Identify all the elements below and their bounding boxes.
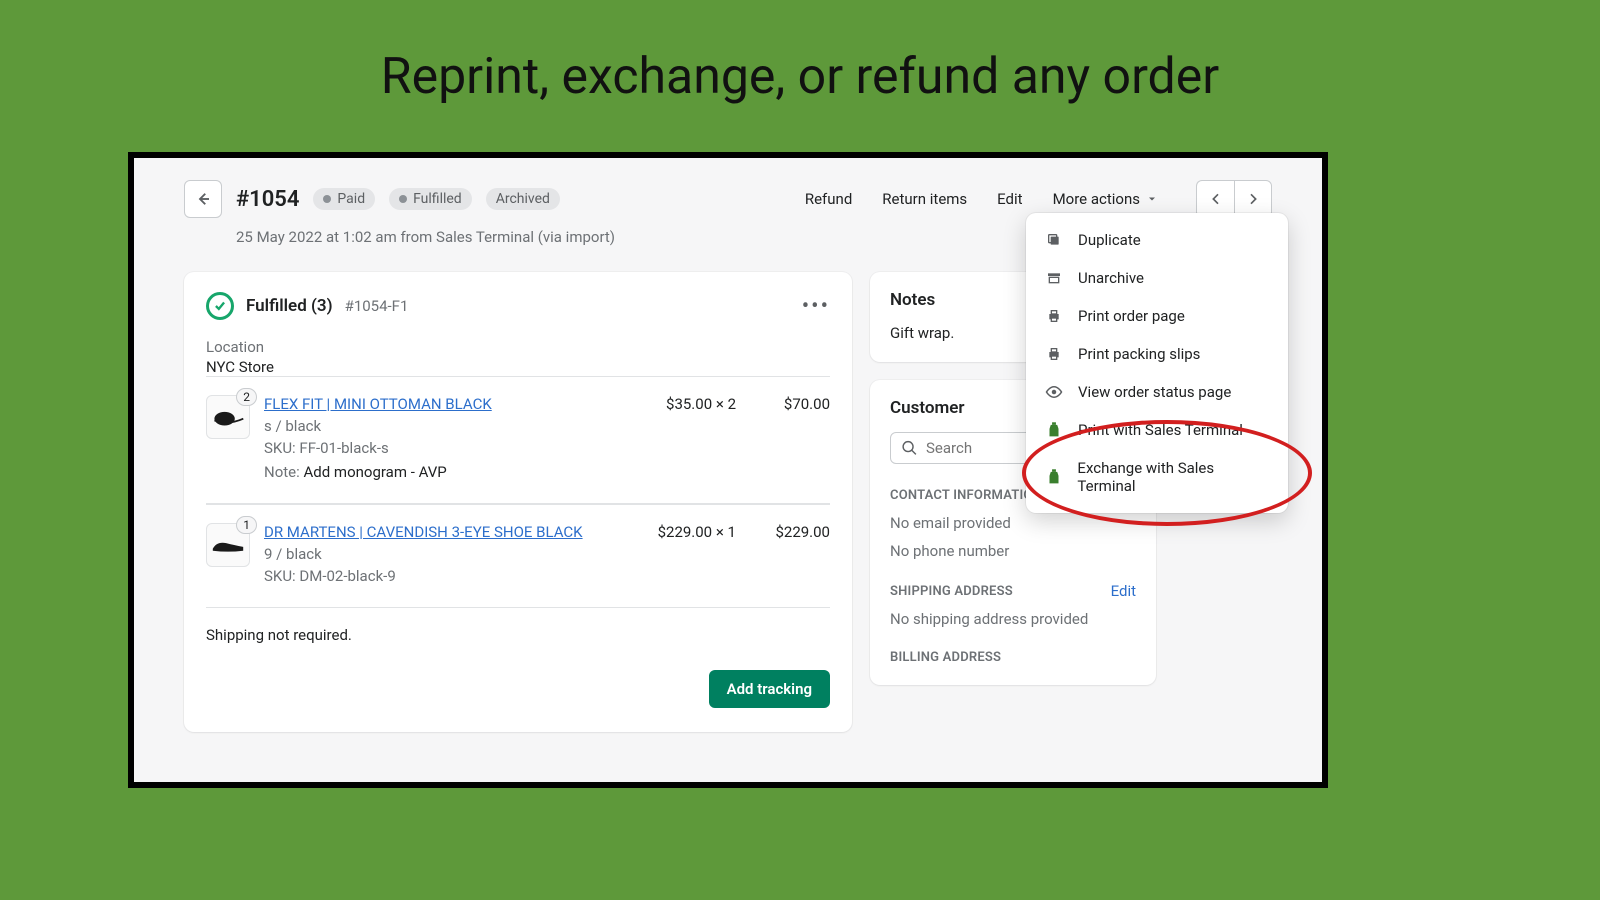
more-actions-button[interactable]: More actions: [1053, 190, 1158, 208]
print-icon: [1046, 308, 1062, 324]
order-number: #1054: [236, 187, 299, 212]
arrow-left-icon: [194, 190, 212, 208]
product-thumbnail: 1: [206, 523, 250, 567]
variant: 9 / black: [264, 545, 612, 563]
product-link[interactable]: FLEX FIT | MINI OTTOMAN BLACK: [264, 395, 612, 413]
app-window: #1054 Paid Fulfilled Archived Refund Ret…: [128, 152, 1328, 788]
fulfillment-card: Fulfilled (3) #1054-F1 ••• Location NYC …: [184, 272, 852, 732]
sku: SKU: FF-01-black-s: [264, 439, 612, 457]
menu-exchange-terminal[interactable]: Exchange with Sales Terminal: [1026, 449, 1288, 505]
line-item: 2 FLEX FIT | MINI OTTOMAN BLACK s / blac…: [206, 376, 830, 499]
edit-button[interactable]: Edit: [997, 190, 1022, 208]
back-button[interactable]: [184, 180, 222, 218]
return-items-button[interactable]: Return items: [882, 190, 967, 208]
line-total: $70.00: [750, 395, 830, 481]
fulfillment-title: Fulfilled (3): [246, 296, 333, 316]
eye-icon: [1045, 383, 1063, 401]
sku: SKU: DM-02-black-9: [264, 567, 612, 585]
edit-shipping-button[interactable]: Edit: [1111, 582, 1136, 600]
location-label: Location: [206, 338, 830, 356]
fulfilled-check-icon: [206, 292, 234, 320]
terminal-icon: [1046, 468, 1062, 486]
card-menu-button[interactable]: •••: [802, 294, 830, 319]
badge-archived: Archived: [486, 188, 560, 210]
billing-address-label: BILLING ADDRESS: [890, 650, 1136, 665]
fulfillment-id: #1054-F1: [345, 297, 409, 315]
line-item: 1 DR MARTENS | CAVENDISH 3-EYE SHOE BLAC…: [206, 504, 830, 603]
qty-badge: 2: [236, 388, 257, 406]
no-shipping: No shipping address provided: [890, 610, 1136, 628]
menu-duplicate[interactable]: Duplicate: [1026, 221, 1288, 259]
shipping-note: Shipping not required.: [206, 626, 830, 644]
menu-view-status[interactable]: View order status page: [1026, 373, 1288, 411]
shoe-icon: [209, 535, 247, 555]
shipping-address-label: SHIPPING ADDRESS: [890, 584, 1013, 599]
search-icon: [901, 439, 918, 457]
caret-down-icon: [1146, 193, 1158, 205]
menu-print-order[interactable]: Print order page: [1026, 297, 1288, 335]
more-actions-menu: Duplicate Unarchive Print order page Pri…: [1026, 213, 1288, 513]
terminal-icon: [1046, 421, 1062, 439]
print-icon: [1046, 346, 1062, 362]
location-value: NYC Store: [206, 358, 830, 376]
no-email: No email provided: [890, 514, 1136, 532]
price-math: $35.00 × 2: [626, 395, 736, 481]
contact-info-label: CONTACT INFORMATION: [890, 488, 1042, 503]
line-total: $229.00: [750, 523, 830, 585]
duplicate-icon: [1046, 232, 1062, 248]
variant: s / black: [264, 417, 612, 435]
chevron-right-icon: [1245, 191, 1261, 207]
badge-paid: Paid: [313, 188, 375, 210]
menu-print-terminal[interactable]: Print with Sales Terminal: [1026, 411, 1288, 449]
page-headline: Reprint, exchange, or refund any order: [0, 0, 1600, 106]
product-link[interactable]: DR MARTENS | CAVENDISH 3-EYE SHOE BLACK: [264, 523, 612, 541]
add-tracking-button[interactable]: Add tracking: [709, 670, 830, 708]
qty-badge: 1: [236, 516, 257, 534]
menu-unarchive[interactable]: Unarchive: [1026, 259, 1288, 297]
line-note: Note: Add monogram - AVP: [264, 463, 612, 481]
chevron-left-icon: [1208, 191, 1224, 207]
unarchive-icon: [1046, 270, 1062, 286]
refund-button[interactable]: Refund: [805, 190, 852, 208]
hat-icon: [211, 406, 245, 428]
no-phone: No phone number: [890, 542, 1136, 560]
product-thumbnail: 2: [206, 395, 250, 439]
badge-fulfilled: Fulfilled: [389, 188, 472, 210]
menu-print-slips[interactable]: Print packing slips: [1026, 335, 1288, 373]
price-math: $229.00 × 1: [626, 523, 736, 585]
